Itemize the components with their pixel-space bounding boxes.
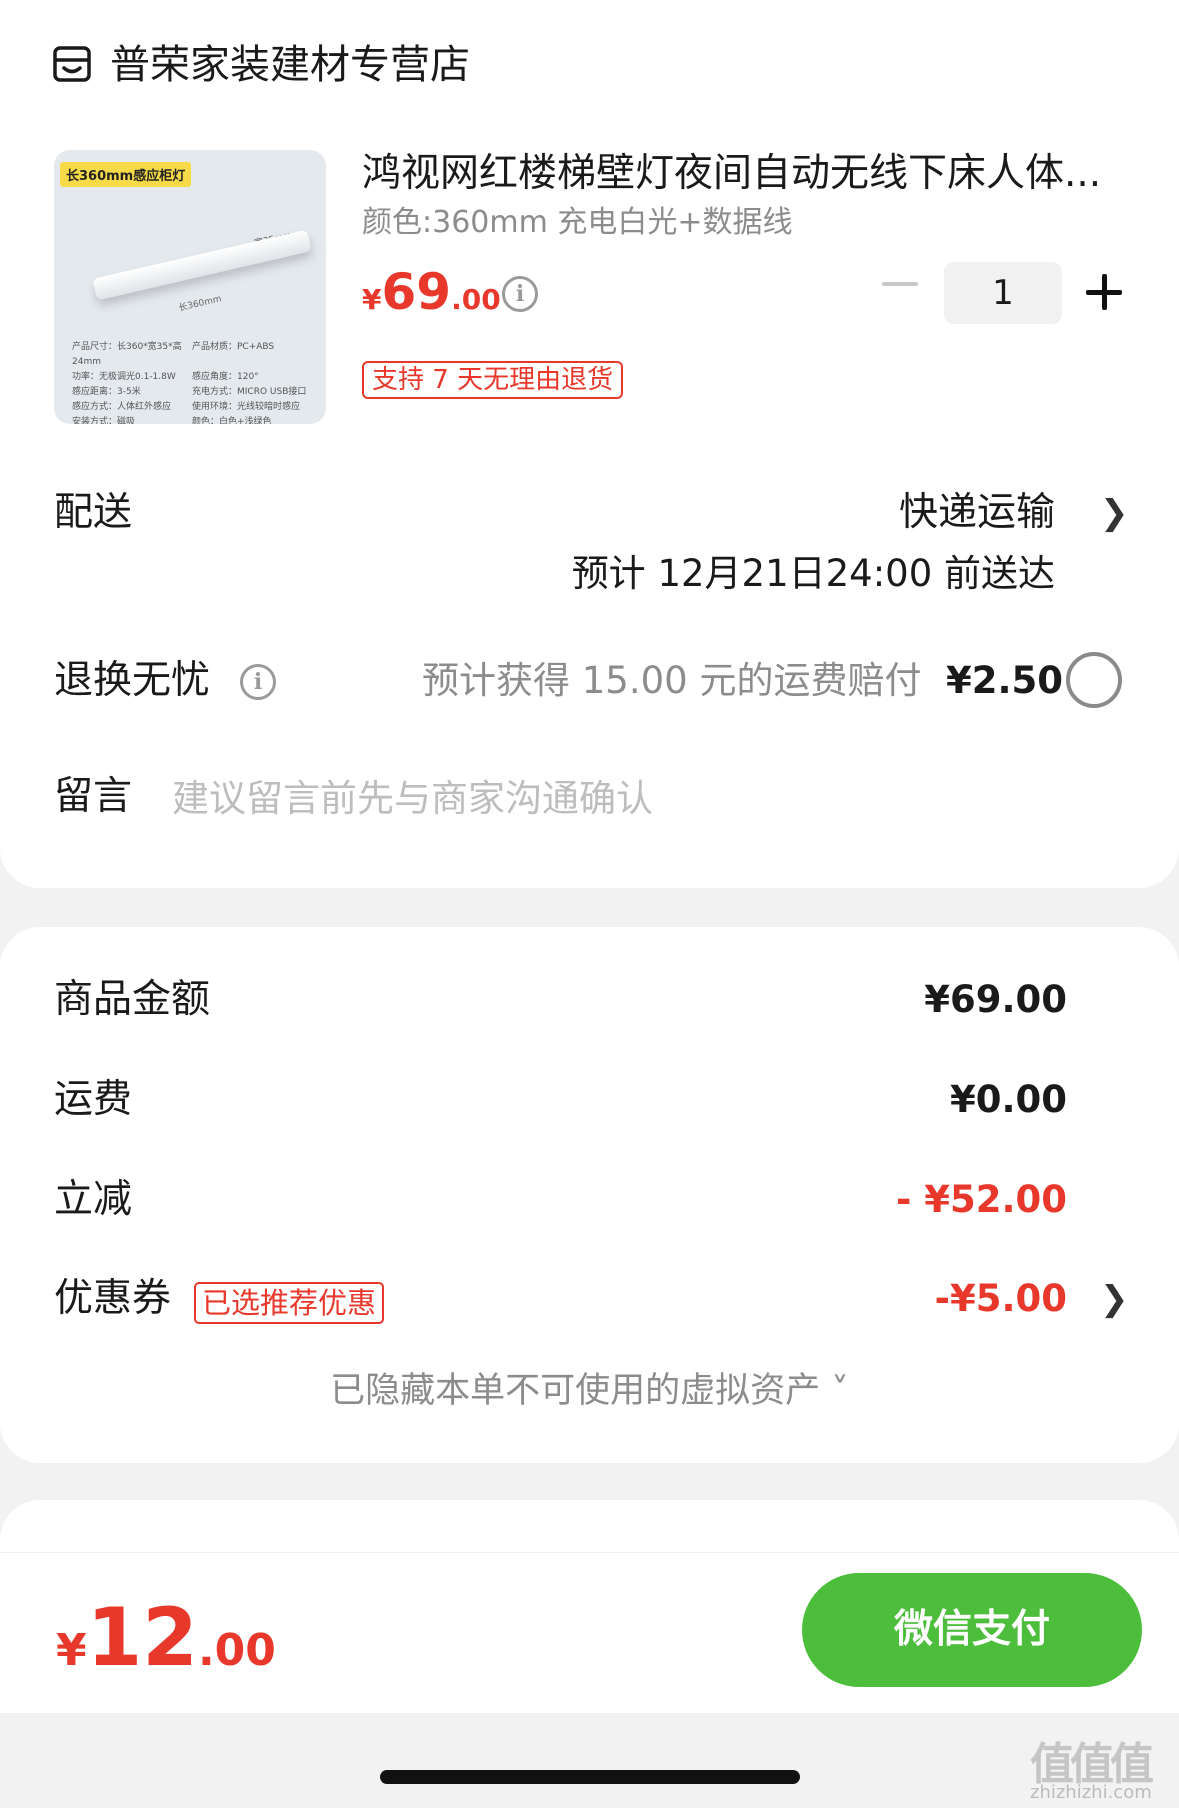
product-thumbnail[interactable]: 长360mm感应柜灯 宽35mm 长360mm 产品尺寸：长360*宽35*高2…: [54, 150, 326, 424]
product-image-spec: 感应方式：人体红外感应: [72, 402, 172, 412]
chevron-right-icon[interactable]: ❯: [1100, 1274, 1129, 1324]
delivery-method[interactable]: 快递运输: [899, 488, 1055, 538]
worry-free-description: 预计获得 15.00 元的运费赔付: [422, 659, 922, 702]
product-image-spec: 使用环境：光线较暗时感应: [192, 402, 301, 412]
product-variant: 颜色:360mm 充电白光+数据线: [362, 205, 793, 240]
product-image-spec: 感应距离：3-5米: [72, 387, 141, 397]
product-image-spec: 产品尺寸：长360*宽35*高24mm: [72, 342, 182, 367]
price-integer: 69: [381, 263, 452, 321]
message-input[interactable]: [172, 770, 1072, 826]
product-image-lamp: [92, 229, 312, 301]
total-integer: 12: [86, 1591, 198, 1684]
quantity-value[interactable]: 1: [944, 262, 1062, 324]
discount-label: 立减: [54, 1177, 133, 1222]
product-image-spec: 产品材质：PC+ABS: [192, 342, 275, 352]
coupon-label: 优惠券: [54, 1276, 172, 1321]
order-details-card: 普荣家装建材专营店 长360mm感应柜灯 宽35mm 长360mm 产品尺寸：长…: [0, 0, 1179, 888]
product-image-length-label: 长360mm: [177, 294, 223, 314]
store-name[interactable]: 普荣家装建材专营店: [110, 40, 470, 90]
goods-amount-value: ¥69.00: [924, 978, 1067, 1021]
discount-value: - ¥52.00: [895, 1178, 1067, 1221]
product-image-spec: 颜色：白色+浅绿色: [192, 417, 272, 424]
product-image-spec: 感应角度：120°: [192, 372, 259, 382]
hidden-assets-toggle[interactable]: 已隐藏本单不可使用的虚拟资产 ˅: [0, 1368, 1179, 1414]
shipping-label: 运费: [54, 1077, 133, 1122]
price-info-icon[interactable]: i: [502, 276, 538, 312]
coupon-value[interactable]: -¥5.00: [935, 1274, 1067, 1324]
quantity-decrease-button[interactable]: [882, 282, 918, 286]
chevron-right-icon[interactable]: ❯: [1100, 488, 1129, 538]
quantity-increase-button[interactable]: [1086, 274, 1122, 310]
product-title[interactable]: 鸿视网红楼梯壁灯夜间自动无线下床人体...: [362, 150, 1122, 198]
product-price: ¥69.00: [362, 262, 501, 334]
product-image-specs: 产品尺寸：长360*宽35*高24mm 产品材质：PC+ABS 功率：无极调光0…: [72, 340, 312, 424]
product-image-spec: 功率：无极调光0.1-1.8W: [72, 372, 176, 382]
return-policy-badge: 支持 7 天无理由退货: [362, 361, 624, 399]
delivery-label: 配送: [54, 490, 133, 535]
worry-free-label: 退换无忧: [54, 658, 211, 703]
product-image-spec: 充电方式：MICRO USB接口: [192, 387, 307, 397]
worry-free-radio[interactable]: [1066, 652, 1122, 708]
worry-free-price: ¥2.50: [946, 659, 1064, 702]
total-currency: ¥: [56, 1625, 87, 1676]
message-label: 留言: [54, 774, 133, 819]
wechat-pay-button[interactable]: 微信支付: [802, 1573, 1142, 1687]
product-image-tag: 长360mm感应柜灯: [60, 162, 192, 187]
worry-free-info-icon[interactable]: i: [240, 664, 276, 700]
delivery-eta: 预计 12月21日24:00 前送达: [571, 552, 1055, 595]
total-decimal: .00: [197, 1625, 276, 1676]
watermark-url: zhizhizhi.com: [1030, 1782, 1152, 1803]
price-currency: ¥: [362, 283, 382, 316]
shop-icon: [53, 46, 91, 82]
shipping-value: ¥0.00: [949, 1078, 1067, 1121]
goods-amount-label: 商品金额: [54, 977, 211, 1022]
product-image-spec: 安装方式：磁吸: [72, 417, 136, 424]
coupon-recommended-badge[interactable]: 已选推荐优惠: [194, 1282, 385, 1324]
price-decimal: .00: [451, 283, 501, 316]
total-price: ¥12.00: [56, 1595, 276, 1703]
home-indicator[interactable]: [380, 1770, 800, 1784]
